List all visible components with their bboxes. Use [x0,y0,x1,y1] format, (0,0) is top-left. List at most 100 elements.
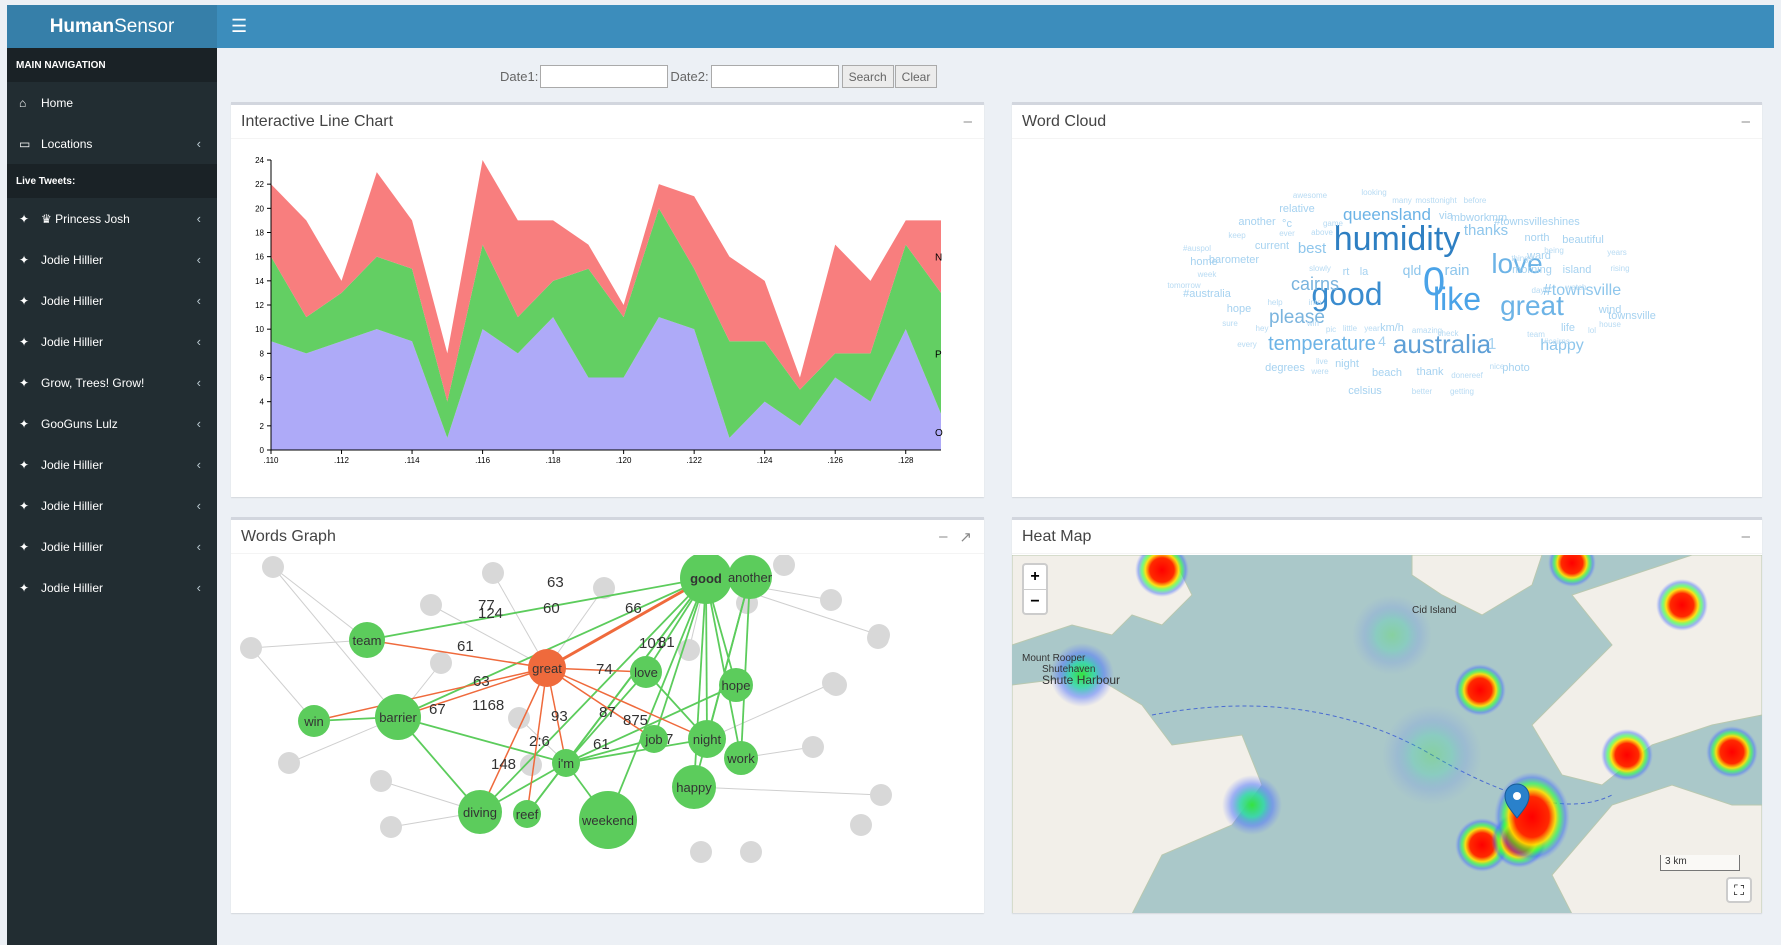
date1-input[interactable] [540,65,669,88]
clear-button[interactable]: Clear [894,65,938,88]
series-label: O [935,428,943,439]
heat-spot [1382,705,1482,805]
sidebar-item-label: Jodie Hillier [41,457,104,472]
app-logo[interactable]: Human Sensor [7,5,217,48]
word-cloud-word: rain [1444,262,1469,279]
word-cloud-word: days [1532,286,1549,295]
x-tick-label: .120 [616,456,632,465]
heat-map[interactable] [1012,555,1762,913]
map-marker-dot [1513,792,1521,800]
collapse-icon[interactable]: – [1742,113,1750,130]
zoom-out-button[interactable]: − [1024,589,1046,613]
sidebar-item-locations[interactable]: ▭ Locations ‹ [7,123,217,164]
y-tick-label: 18 [255,229,264,238]
graph-node-inactive [262,556,284,578]
word-cloud-word: qld [1403,262,1422,278]
sidebar-item-tweet[interactable]: ✦ Jodie Hillier ‹ [7,526,217,567]
graph-node-label: weekend [581,813,634,828]
word-cloud-word: hey [1256,324,1269,333]
words-network-graph[interactable]: 63771246066611018174631168679387875172:6… [231,555,984,913]
x-tick-label: .118 [546,456,562,465]
graph-node-inactive [867,627,889,649]
date2-input[interactable] [710,65,839,88]
panel-title: Interactive Line Chart [241,112,394,130]
zoom-in-button[interactable]: + [1024,565,1046,589]
sidebar-item-label: ♛ Princess Josh [41,211,130,226]
sidebar-item-home[interactable]: ⌂ Home [7,82,217,123]
graph-node-label: win [303,714,324,729]
chevron-left-icon: ‹ [196,580,201,595]
word-cloud-word: like [1433,281,1481,317]
graph-node-label: barrier [379,710,417,725]
collapse-icon[interactable]: – [1742,528,1750,545]
search-button[interactable]: Search [841,65,894,88]
word-cloud-word: house [1599,320,1621,329]
expand-icon[interactable]: ↗ [959,528,972,546]
graph-node-inactive [420,594,442,616]
graph-node-inactive [820,589,842,611]
word-cloud-word: current [1255,240,1289,252]
word-cloud-word: hope [1227,303,1251,315]
twitter-icon: ✦ [19,334,30,349]
graph-edge-label: 61 [593,736,610,753]
sidebar-item-tweet[interactable]: ✦ Grow, Trees! Grow! ‹ [7,362,217,403]
x-tick-label: .124 [757,456,773,465]
sidebar-item-tweet[interactable]: ✦ GooGuns Lulz ‹ [7,403,217,444]
word-cloud-word: little [1343,324,1358,333]
word-cloud-word: la [1360,266,1369,278]
word-cloud-word: donereef [1451,371,1483,380]
sidebar-item-label: Jodie Hillier [41,498,104,513]
map-container[interactable]: + − Cid Island Mount Rooper Shutehaven S… [1012,555,1762,913]
graph-node-inactive [678,639,700,661]
sidebar-item-label: Jodie Hillier [41,334,104,349]
sidebar-item-label: GooGuns Lulz [41,416,118,431]
word-cloud-word: barometer [1209,254,1259,266]
date1-label: Date1: [500,69,539,84]
word-cloud-word: help [1267,298,1283,307]
word-cloud-word: awesome [1293,191,1328,200]
word-cloud-word: better [1412,387,1433,396]
top-navbar: ☰ [217,5,1774,48]
sidebar-item-label: Grow, Trees! Grow! [41,375,145,390]
series-label: N [935,253,942,264]
sidebar-item-tweet[interactable]: ✦ Jodie Hillier ‹ [7,567,217,608]
graph-edge-label: 67 [429,701,446,718]
sidebar-item-label: Jodie Hillier [41,539,104,554]
y-tick-label: 20 [255,204,264,213]
panel-title: Word Cloud [1022,112,1107,130]
sidebar-item-tweet[interactable]: ✦ Jodie Hillier ‹ [7,280,217,321]
word-cloud-word: into [1309,298,1322,307]
chevron-left-icon: ‹ [196,334,201,349]
heat-spot [1494,772,1570,862]
heat-spot [1656,579,1708,631]
twitter-icon: ✦ [19,498,30,513]
graph-edge-label: 66 [625,600,642,617]
word-cloud-word: thank [1417,366,1444,378]
sidebar-item-tweet[interactable]: ✦ Jodie Hillier ‹ [7,485,217,526]
graph-edge-label: 2:6 [529,733,550,750]
hamburger-icon[interactable]: ☰ [231,16,247,36]
collapse-icon[interactable]: – [939,528,947,546]
chevron-left-icon: ‹ [196,375,201,390]
graph-node-label: reef [516,807,539,822]
stacked-area-chart[interactable]: OPN024681012141618202224.110.112.114.116… [231,140,984,497]
sidebar-item-tweet[interactable]: ✦ Jodie Hillier ‹ [7,444,217,485]
series-label: P [935,349,942,360]
graph-node-label: another [728,570,773,585]
laptop-icon: ▭ [19,136,31,151]
graph-node-inactive [240,637,262,659]
fullscreen-icon[interactable]: ⛶ [1726,877,1752,903]
heat-spot [1222,775,1282,835]
y-tick-label: 14 [255,277,264,286]
y-tick-label: 2 [260,422,265,431]
x-tick-label: .110 [264,456,280,465]
sidebar-item-tweet[interactable]: ✦ ♛ Princess Josh ‹ [7,198,217,239]
chevron-left-icon: ‹ [196,293,201,308]
graph-node-label: great [532,661,562,676]
sidebar-item-tweet[interactable]: ✦ Jodie Hillier ‹ [7,239,217,280]
collapse-icon[interactable]: – [964,113,972,130]
word-cloud-word: wind [1598,304,1622,316]
sidebar-item-tweet[interactable]: ✦ Jodie Hillier ‹ [7,321,217,362]
graph-edge-label: 87 [599,704,616,721]
y-tick-label: 16 [255,253,264,262]
